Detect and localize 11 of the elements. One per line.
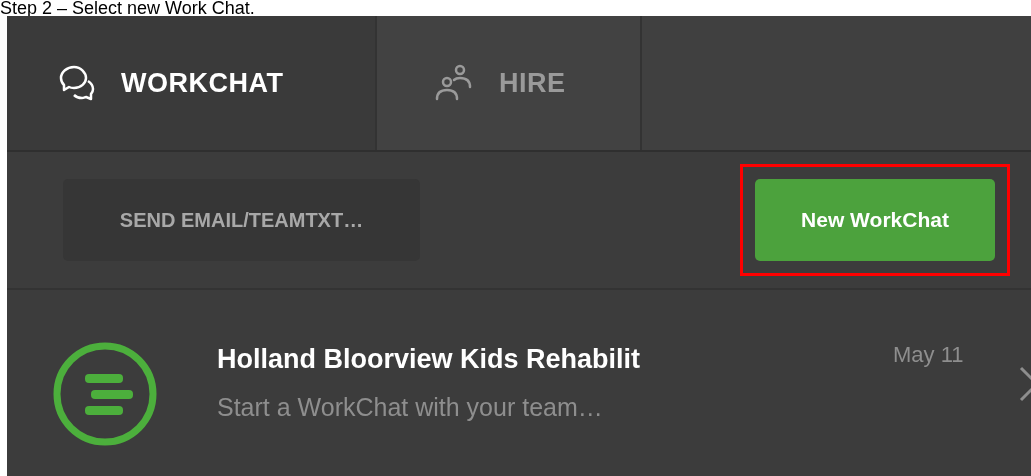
conversation-title: Holland Bloorview Kids Rehabilit xyxy=(217,344,642,374)
tab[interactable]: HIRE xyxy=(377,16,642,150)
conversation-date: May 11 xyxy=(893,341,964,369)
logo-icon xyxy=(51,340,159,448)
conversation-preview: Start a WorkChat with your team… xyxy=(217,392,604,422)
chevron-right-icon xyxy=(1019,366,1031,402)
new-workchat-button[interactable]: New WorkChat xyxy=(755,179,995,261)
send-email-button[interactable]: SEND EMAIL/TEAMTXT… xyxy=(63,179,420,261)
caption: Step 2 – Select new Work Chat. xyxy=(0,0,256,16)
conversation-item[interactable]: Holland Bloorview Kids Rehabilit Start a WorkChat with your team… May 11 xyxy=(7,290,1031,470)
chat-icon xyxy=(57,63,97,103)
